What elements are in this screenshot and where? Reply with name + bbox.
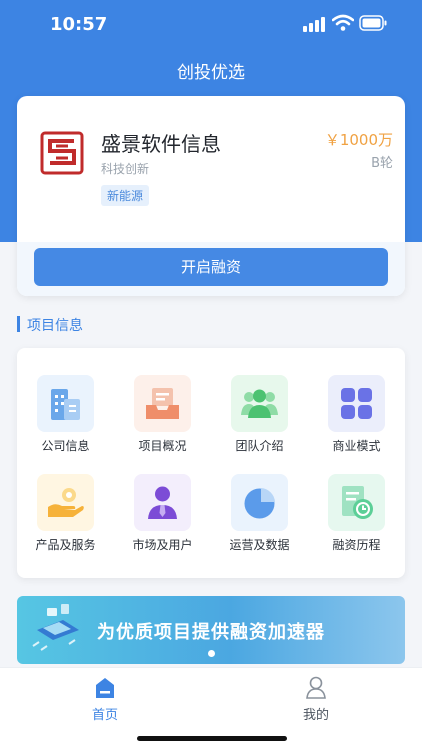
grid-item-label: 项目概况: [138, 439, 187, 453]
inbox-icon: [146, 388, 179, 419]
company-logo-icon: [40, 131, 84, 175]
tab-mine[interactable]: 我的: [281, 676, 351, 726]
grid-item-products[interactable]: 产品及服务: [17, 474, 114, 574]
wifi-icon: [332, 14, 354, 31]
home-indicator: [137, 736, 287, 741]
page-title: 创投优选: [177, 63, 245, 83]
grid-item-label: 运营及数据: [229, 538, 290, 552]
grid-item-business-model[interactable]: 商业模式: [308, 375, 405, 475]
pie-chart-icon: [244, 488, 275, 519]
start-financing-button[interactable]: 开启融资: [34, 248, 388, 286]
card-footer: 开启融资: [17, 242, 405, 296]
project-info-grid: 公司信息 项目概况 团队介绍 商业模式 产品及服务 市场及用户 运营及数据 融资…: [17, 348, 405, 578]
promo-banner[interactable]: 为优质项目提供融资加速器: [17, 596, 405, 664]
user-tie-icon: [148, 486, 177, 519]
project-card[interactable]: 盛景软件信息 科技创新 新能源 ￥1000万 B轮 开启融资: [17, 96, 405, 296]
grid-item-label: 公司信息: [41, 439, 90, 453]
section-accent-bar: [17, 316, 20, 332]
grid-item-team[interactable]: 团队介绍: [211, 375, 308, 475]
financing-round: B轮: [371, 156, 393, 171]
tab-label: 首页: [91, 708, 118, 723]
rocket-illustration-icon: [32, 604, 79, 651]
battery-icon: [359, 15, 387, 31]
grid-item-label: 团队介绍: [235, 439, 284, 453]
grid-item-label: 市场及用户: [132, 538, 193, 552]
building-icon: [51, 389, 80, 420]
user-icon: [306, 676, 326, 699]
grid-item-label: 产品及服务: [35, 538, 96, 552]
status-bar: 10:57: [0, 0, 422, 50]
grid-item-operations[interactable]: 运营及数据: [211, 474, 308, 574]
cellular-signal-icon: [303, 17, 325, 32]
banner-page-indicator[interactable]: [208, 650, 215, 657]
tab-label: 我的: [302, 708, 329, 723]
grid-item-label: 商业模式: [332, 439, 381, 453]
team-icon: [241, 389, 278, 418]
company-name: 盛景软件信息: [101, 132, 221, 156]
tab-home[interactable]: 首页: [70, 676, 140, 726]
company-category: 科技创新: [101, 162, 150, 176]
grid-item-company-info[interactable]: 公司信息: [17, 375, 114, 475]
section-title: 项目信息: [27, 318, 83, 334]
grid-item-project-overview[interactable]: 项目概况: [114, 375, 211, 475]
grid-item-market-users[interactable]: 市场及用户: [114, 474, 211, 574]
financing-amount: ￥1000万: [324, 131, 393, 149]
grid-item-label: 融资历程: [332, 538, 381, 552]
home-icon: [96, 678, 114, 698]
grid-item-financing-history[interactable]: 融资历程: [308, 474, 405, 574]
banner-text: 为优质项目提供融资加速器: [97, 622, 325, 643]
history-doc-icon: [342, 486, 373, 519]
status-time: 10:57: [50, 14, 108, 35]
hand-service-icon: [48, 488, 84, 517]
apps-icon: [341, 388, 372, 419]
industry-tag: 新能源: [101, 185, 150, 206]
